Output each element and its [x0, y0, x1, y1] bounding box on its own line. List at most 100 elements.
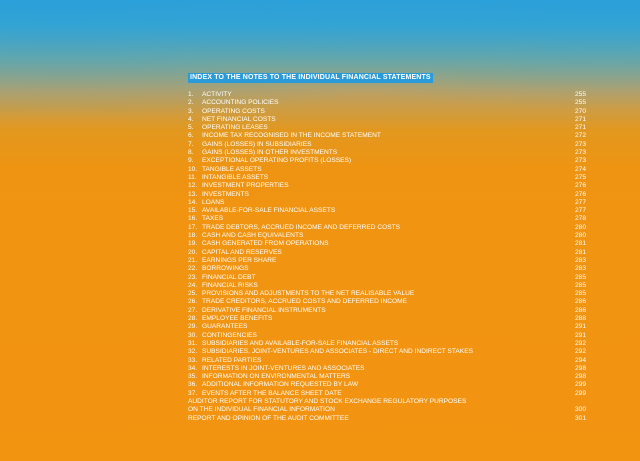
page-number: 255 — [574, 99, 586, 107]
note-number: 5. — [188, 124, 194, 132]
index-entry[interactable]: 37. EVENTS AFTER THE BALANCE SHEET DATE 29… — [188, 390, 586, 398]
page-number: 300 — [574, 406, 586, 414]
note-number: 13. — [188, 190, 198, 198]
note-title: ON THE INDIVIDUAL FINANCIAL INFORMATION — [188, 406, 335, 414]
index-entry[interactable]: 7. GAINS (LOSSES) IN SUBSIDIARIES 273 — [188, 141, 586, 149]
index-entry[interactable]: 21. EARNINGS PER SHARE 283 — [188, 257, 586, 265]
index-entry[interactable]: 23. FINANCIAL DEBT 285 — [188, 274, 586, 282]
note-number: 19. — [188, 240, 198, 248]
index-entry[interactable]: 18. CASH AND CASH EQUIVALENTS 280 — [188, 232, 586, 240]
index-entry[interactable]: 8. GAINS (LOSSES) IN OTHER INVESTMENTS 273 — [188, 149, 586, 157]
page-number: 277 — [574, 207, 586, 215]
index-entry[interactable]: 9. EXCEPTIONAL OPERATING PROFITS (LOSSES)… — [188, 157, 586, 165]
note-title: EARNINGS PER SHARE — [202, 256, 277, 264]
page-number: 298 — [574, 373, 586, 381]
note-number: 10. — [188, 165, 198, 173]
index-entry[interactable]: 24. FINANCIAL RISKS 285 — [188, 282, 586, 290]
note-number: 1. — [188, 91, 194, 98]
index-entry[interactable]: 34. INTERESTS IN JOINT-VENTURES AND ASSOC… — [188, 365, 586, 373]
note-number: 23. — [188, 273, 198, 281]
note-title: INTANGIBLE ASSETS — [202, 173, 269, 181]
page-number: 301 — [574, 414, 586, 422]
page-number: 271 — [574, 124, 586, 132]
page-number: 291 — [574, 331, 586, 339]
index-entry[interactable]: 14. LOANS 277 — [188, 199, 586, 207]
index-title: INDEX TO THE NOTES TO THE INDIVIDUAL FIN… — [188, 73, 433, 83]
index-entry[interactable]: 30. CONTINGENCIES 291 — [188, 332, 586, 340]
index-entry[interactable]: REPORT AND OPINION OF THE AUDIT COMMITTE… — [188, 415, 586, 423]
page-number: 273 — [574, 140, 586, 148]
note-title: LOANS — [202, 198, 225, 206]
note-title: INFORMATION ON ENVIRONMENTAL MATTERS — [202, 373, 351, 381]
index-entry[interactable]: AUDITOR REPORT FOR STATUTORY AND STOCK E… — [188, 398, 586, 406]
note-number: 18. — [188, 232, 198, 240]
note-title: CASH AND CASH EQUIVALENTS — [202, 232, 304, 240]
index-entry[interactable]: 17. TRADE DEBTORS, ACCRUED INCOME AND DEF… — [188, 224, 586, 232]
page-number: 292 — [574, 339, 586, 347]
page-number: 276 — [574, 182, 586, 190]
note-title: SUBSIDIARIES AND AVAILABLE-FOR-SALE FINA… — [202, 339, 399, 347]
note-number: 11. — [188, 173, 197, 181]
index-entry[interactable]: ON THE INDIVIDUAL FINANCIAL INFORMATION 3… — [188, 406, 586, 414]
index-entry[interactable]: 2. ACCOUNTING POLICIES 255 — [188, 99, 586, 107]
page-number: 285 — [574, 290, 586, 298]
index-entry[interactable]: 16. TAXES 278 — [188, 215, 586, 223]
page-number: 298 — [574, 364, 586, 372]
note-number: 32. — [188, 348, 198, 356]
index-entry[interactable]: 5. OPERATING LEASES 271 — [188, 124, 586, 132]
note-number: 31. — [188, 339, 198, 347]
index-entry[interactable]: 28. EMPLOYEE BENEFITS 288 — [188, 315, 586, 323]
index-entry[interactable]: 36. ADDITIONAL INFORMATION REQUESTED BY L… — [188, 381, 586, 389]
note-number: 30. — [188, 331, 198, 339]
note-number: 7. — [188, 140, 194, 148]
notes-index-list: 1. ACTIVITY 255 2. ACCOUNTING POLICIES 255 3. O… — [188, 91, 586, 423]
page-number: 286 — [574, 298, 586, 306]
page-number: 273 — [574, 157, 586, 165]
page-number: 280 — [574, 223, 586, 231]
note-number: 25. — [188, 290, 198, 298]
index-entry[interactable]: 27. DERIVATIVE FINANCIAL INSTRUMENTS 286 — [188, 307, 586, 315]
index-entry[interactable]: 29. GUARANTEES 291 — [188, 323, 586, 331]
index-entry[interactable]: 13. INVESTMENTS 276 — [188, 191, 586, 199]
page-number: 299 — [574, 389, 586, 397]
index-entry[interactable]: 10. TANGIBLE ASSETS 274 — [188, 166, 586, 174]
index-entry[interactable]: 19. CASH GENERATED FROM OPERATIONS 281 — [188, 240, 586, 248]
note-number: 20. — [188, 248, 198, 256]
note-title: BORROWINGS — [202, 265, 249, 273]
note-number: 37. — [188, 389, 198, 397]
index-entry[interactable]: 22. BORROWINGS 283 — [188, 265, 586, 273]
note-title: CAPITAL AND RESERVES — [202, 248, 282, 256]
index-entry[interactable]: 26. TRADE CREDITORS, ACCRUED COSTS AND DE… — [188, 298, 586, 306]
page-number: 281 — [574, 248, 586, 256]
index-entry[interactable]: 15. AVAILABLE-FOR-SALE FINANCIAL ASSETS 27… — [188, 207, 586, 215]
note-title: FINANCIAL RISKS — [202, 281, 258, 289]
index-entry[interactable]: 33. RELATED PARTIES 294 — [188, 357, 586, 365]
note-title: EVENTS AFTER THE BALANCE SHEET DATE — [202, 389, 342, 397]
index-entry[interactable]: 4. NET FINANCIAL COSTS 271 — [188, 116, 586, 124]
note-number: 14. — [188, 198, 198, 206]
note-title: OPERATING LEASES — [202, 124, 268, 132]
index-entry[interactable]: 35. INFORMATION ON ENVIRONMENTAL MATTERS 2… — [188, 373, 586, 381]
note-title: CASH GENERATED FROM OPERATIONS — [202, 240, 329, 248]
note-title: PROVISIONS AND ADJUSTMENTS TO THE NET RE… — [202, 290, 415, 298]
index-entry[interactable]: 11. INTANGIBLE ASSETS 275 — [188, 174, 586, 182]
note-number: 27. — [188, 306, 198, 314]
note-number: 16. — [188, 215, 198, 223]
index-entry[interactable]: 31. SUBSIDIARIES AND AVAILABLE-FOR-SALE F… — [188, 340, 586, 348]
note-title: GUARANTEES — [202, 323, 248, 331]
note-number: 17. — [188, 223, 198, 231]
index-entry[interactable]: 3. OPERATING COSTS 270 — [188, 108, 586, 116]
index-entry[interactable]: 6. INCOME TAX RECOGNISED IN THE INCOME ST… — [188, 132, 586, 140]
note-number: 12. — [188, 182, 198, 190]
index-entry[interactable]: 1. ACTIVITY 255 — [188, 91, 586, 99]
note-number: 9. — [188, 157, 194, 165]
note-title: AVAILABLE-FOR-SALE FINANCIAL ASSETS — [202, 207, 336, 215]
index-entry[interactable]: 32. SUBSIDIARIES, JOINT-VENTURES AND ASSO… — [188, 348, 586, 356]
note-number: 35. — [188, 373, 198, 381]
note-title: INVESTMENTS — [202, 190, 249, 198]
index-entry[interactable]: 12. INVESTMENT PROPERTIES 276 — [188, 182, 586, 190]
note-number: 33. — [188, 356, 198, 364]
page-number: 255 — [574, 91, 586, 98]
index-entry[interactable]: 25. PROVISIONS AND ADJUSTMENTS TO THE NET… — [188, 290, 586, 298]
index-entry[interactable]: 20. CAPITAL AND RESERVES 281 — [188, 249, 586, 257]
